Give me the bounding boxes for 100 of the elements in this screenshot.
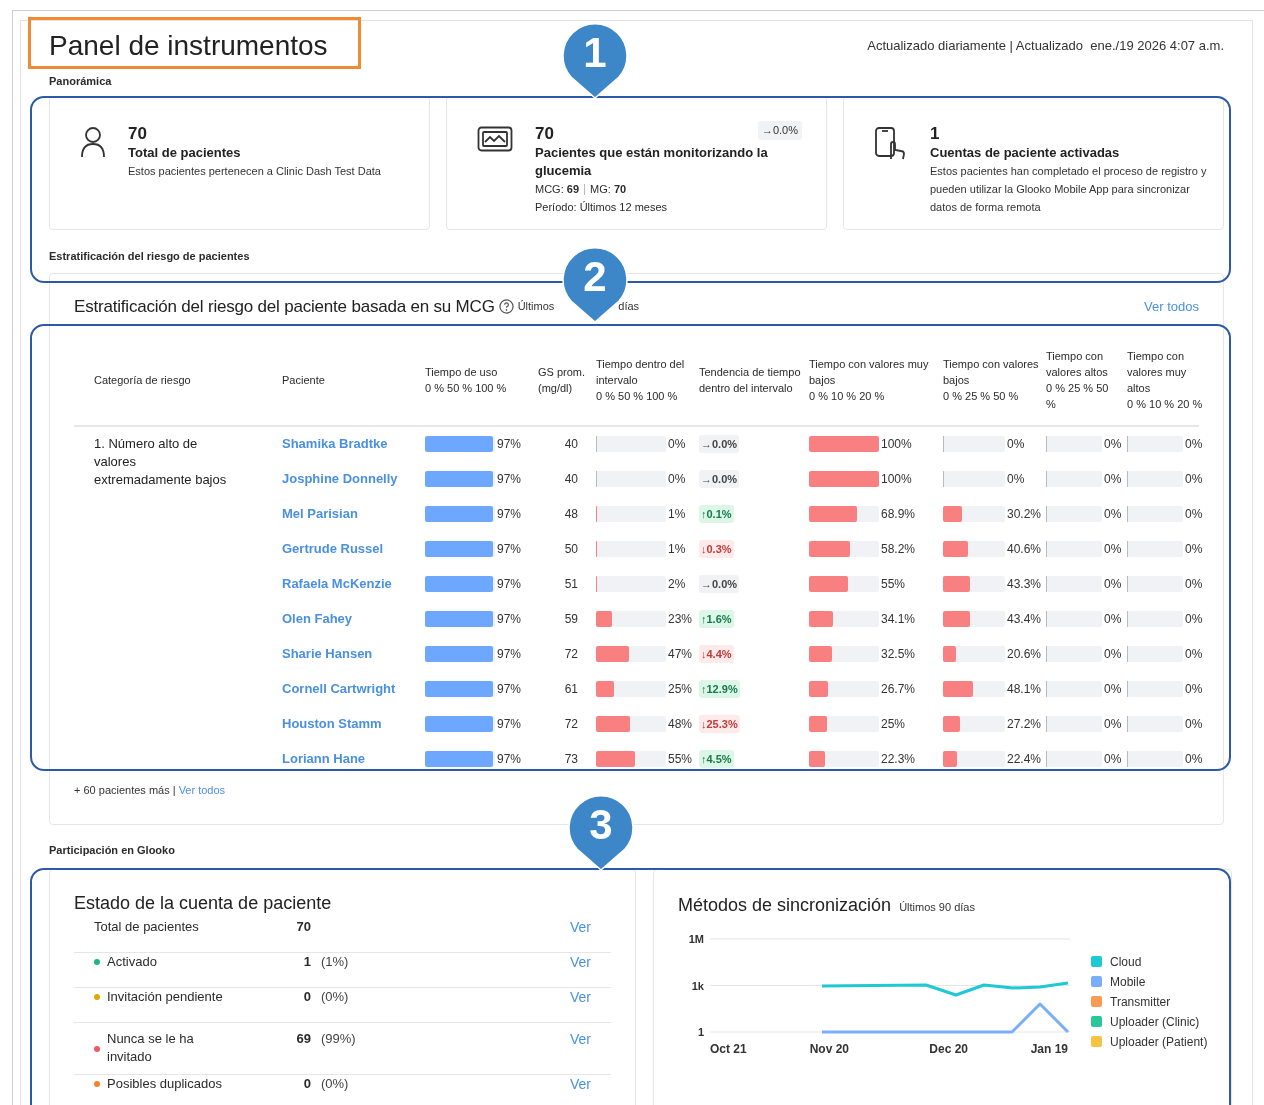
patient-link[interactable]: Gertrude Russel (282, 539, 384, 559)
patient-link[interactable]: Houston Stamm (282, 714, 382, 734)
help-icon[interactable] (498, 299, 514, 315)
cell-value: 0% (1104, 541, 1122, 558)
cell-value: 0% (1185, 576, 1203, 593)
axis-label: Jan 19 (1030, 1041, 1068, 1056)
patient-link[interactable]: Sharie Hansen (282, 644, 373, 664)
metric-title: Total de pacientes (128, 144, 241, 163)
cell-value: 48% (668, 716, 693, 733)
view-link[interactable]: Ver (570, 917, 591, 936)
cell-value: 55% (668, 751, 693, 768)
column-header: Tiempo con valores muy altos (1127, 349, 1188, 397)
status-count: 0 (302, 987, 311, 1006)
cell-value: 0% (1185, 506, 1203, 523)
column-header: Tiempo dentro del intervalo (596, 357, 686, 389)
column-scale: 0 % 10 % 20 % (809, 389, 886, 405)
trend-value: →0.0% (699, 469, 740, 489)
cell-value: 43.4% (1007, 611, 1042, 628)
cell-value: 97% (497, 506, 522, 523)
period-text: días (618, 299, 640, 315)
stat-text: MCG: 69 (535, 182, 580, 198)
status-label: Total de pacientes (94, 917, 199, 936)
cell-value: 43.3% (1007, 576, 1042, 593)
patient-link[interactable]: Josphine Donnelly (282, 469, 398, 489)
status-percent: (0%) (321, 987, 349, 1006)
period-text: Últimos 90 días (899, 899, 975, 915)
cell-value: 27.2% (1007, 716, 1042, 733)
column-scale: 0 % 10 % 20 % (1127, 397, 1204, 413)
cell-value: 97% (497, 541, 522, 558)
column-scale: 0 % 25 % 50 % (1046, 381, 1110, 413)
patient-link[interactable]: Shamika Bradtke (282, 434, 388, 454)
cell-value: 0% (1185, 611, 1203, 628)
patient-link[interactable]: Olen Fahey (282, 609, 353, 629)
section-label: Panorámica (49, 74, 113, 90)
cell-value: 97% (497, 751, 522, 768)
cell-value: 25% (668, 681, 693, 698)
view-link[interactable]: Ver (570, 1029, 591, 1048)
cell-value: 97% (497, 646, 522, 663)
trend-value: ↑1.6% (699, 609, 734, 629)
cell-value: 0% (1007, 436, 1025, 453)
card-title: Métodos de sincronización (678, 893, 892, 917)
view-link[interactable]: Ver (570, 1074, 591, 1093)
cell-value: 0% (1185, 646, 1203, 663)
view-link[interactable]: Ver (570, 952, 591, 971)
cell-value: 40 (564, 436, 578, 454)
cell-value: 22.3% (881, 751, 916, 768)
cell-value: 97% (497, 611, 522, 628)
metric-description: Estos pacientes pertenecen a Clinic Dash Test Data (128, 164, 381, 180)
cell-value: 0% (1104, 471, 1122, 488)
cell-value: 97% (497, 681, 522, 698)
cell-value: 22.4% (1007, 751, 1042, 768)
axis-label: 1k (691, 979, 704, 992)
cell-value: 100% (881, 436, 912, 453)
legend-label: Cloud (1110, 953, 1142, 971)
cell-value: 51 (564, 576, 578, 594)
view-link[interactable]: Ver (570, 987, 591, 1006)
update-info: Actualizado diariamente | Actualizado ene./19 2026 4:07 a.m. (867, 37, 1224, 56)
metric-title: Pacientes que están monitorizando la glucemia (535, 144, 769, 181)
cell-value: 97% (497, 576, 522, 593)
cell-value: 47% (668, 646, 693, 663)
period-text: Últimos (517, 299, 555, 315)
metric-value: 1 (930, 124, 940, 145)
cell-value: 26.7% (881, 681, 916, 698)
cell-value: 68.9% (881, 506, 916, 523)
patient-link[interactable]: Loriann Hane (282, 749, 366, 769)
cell-value: 0% (1104, 751, 1122, 768)
cell-value: 0% (1185, 716, 1203, 733)
cell-value: 48.1% (1007, 681, 1042, 698)
patient-link[interactable]: Rafaela McKenzie (282, 574, 392, 594)
more-patients-text: + 60 pacientes más | (74, 783, 176, 799)
cell-value: 0% (1185, 751, 1203, 768)
status-count: 1 (302, 952, 311, 971)
cell-value: 20.6% (1007, 646, 1042, 663)
cell-value: 73 (564, 751, 578, 769)
status-label: Invitación pendiente (107, 987, 223, 1006)
cell-value: 0% (668, 436, 686, 453)
cell-value: 0% (1104, 506, 1122, 523)
axis-label: Nov 20 (809, 1041, 849, 1056)
metric-description: Estos pacientes han completado el proceso de registro y pueden utilizar la Glooko Mobile App para sincronizar datos de forma remota (930, 164, 1208, 216)
metric-value: 70 (535, 124, 554, 145)
cell-value: 59 (564, 611, 578, 629)
cell-value: 0% (1104, 436, 1122, 453)
cell-value: 30.2% (1007, 506, 1042, 523)
status-count: 69 (295, 1029, 311, 1048)
axis-label: 1M (688, 932, 704, 945)
column-header: Tiempo con valores bajos (943, 357, 1040, 389)
patient-link[interactable]: Mel Parisian (282, 504, 358, 524)
cell-value: 61 (564, 681, 578, 699)
column-header: Tiempo con valores muy bajos (809, 357, 930, 389)
person-icon (80, 126, 106, 159)
view-all-link[interactable]: Ver todos (1144, 296, 1199, 317)
axis-label: Dec 20 (929, 1041, 968, 1056)
patient-link[interactable]: Cornell Cartwright (282, 679, 396, 699)
trend-value: ↑4.5% (699, 749, 734, 769)
status-label: Posibles duplicados (107, 1074, 222, 1093)
view-all-link[interactable]: Ver todos (178, 782, 226, 799)
cell-value: 97% (497, 716, 522, 733)
cell-value: 23% (668, 611, 693, 628)
cell-value: 1% (668, 506, 686, 523)
column-header: Tiempo con valores altos (1046, 349, 1109, 381)
